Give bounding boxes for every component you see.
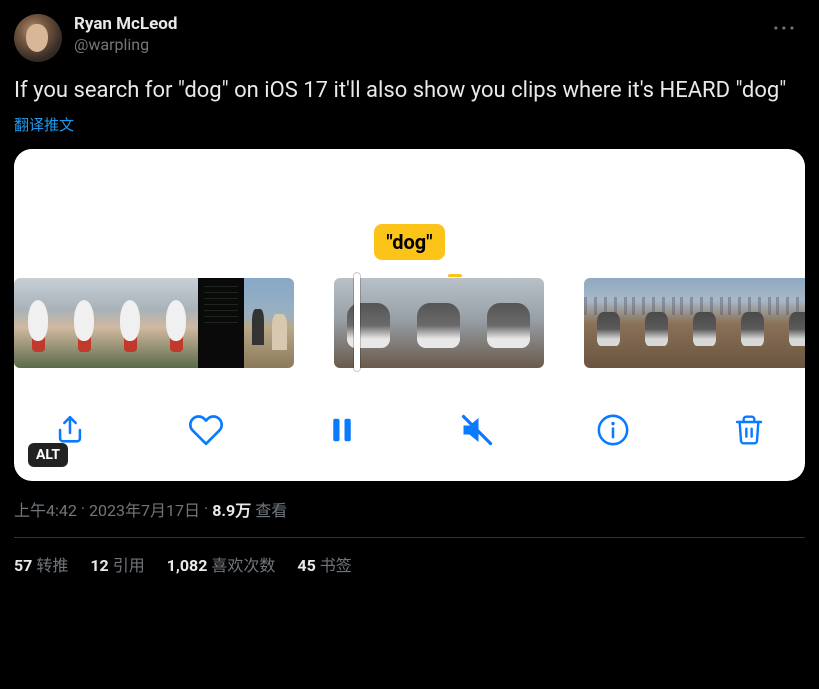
likes-count: 1,082 bbox=[167, 556, 208, 575]
timeline-frame bbox=[728, 278, 776, 368]
timeline-frame bbox=[244, 278, 294, 368]
timeline-frame bbox=[60, 278, 106, 368]
quotes-label: 引用 bbox=[113, 556, 145, 575]
divider bbox=[14, 537, 805, 538]
bookmarks-stat[interactable]: 45 书签 bbox=[297, 552, 351, 576]
quotes-count: 12 bbox=[90, 556, 108, 575]
timeline-frame bbox=[632, 278, 680, 368]
timeline-frame bbox=[106, 278, 152, 368]
pause-button[interactable] bbox=[322, 410, 362, 450]
delete-button[interactable] bbox=[729, 410, 769, 450]
timeline-frame bbox=[334, 278, 404, 368]
media-whitespace bbox=[14, 149, 805, 231]
tweet-text: If you search for "dog" on iOS 17 it'll … bbox=[14, 76, 805, 106]
timeline-frame bbox=[404, 278, 474, 368]
info-icon bbox=[596, 413, 630, 447]
retweets-label: 转推 bbox=[36, 556, 68, 575]
display-name[interactable]: Ryan McLeod bbox=[74, 14, 753, 35]
user-handle[interactable]: @warpling bbox=[74, 35, 753, 56]
tweet-date[interactable]: 2023年7月17日 bbox=[89, 497, 200, 521]
meta-sep: · bbox=[81, 499, 85, 518]
timeline-frame bbox=[680, 278, 728, 368]
retweets-stat[interactable]: 57转推 bbox=[14, 552, 68, 576]
quotes-stat[interactable]: 12 引用 bbox=[90, 552, 144, 576]
pause-icon bbox=[327, 413, 357, 447]
more-button[interactable]: ··· bbox=[765, 14, 805, 42]
tweet-time[interactable]: 上午4:42 bbox=[14, 497, 77, 521]
timeline-frame bbox=[584, 278, 632, 368]
clip-group-3[interactable] bbox=[584, 278, 805, 368]
likes-label: 喜欢次数 bbox=[211, 556, 275, 575]
like-button[interactable] bbox=[186, 410, 226, 450]
more-icon: ··· bbox=[773, 16, 797, 40]
media-card[interactable]: "dog" bbox=[14, 149, 805, 481]
alt-badge[interactable]: ALT bbox=[28, 443, 68, 467]
bookmarks-label: 书签 bbox=[320, 556, 352, 575]
avatar[interactable] bbox=[14, 14, 62, 62]
tweet-header: Ryan McLeod @warpling ··· bbox=[14, 14, 805, 62]
mute-button[interactable] bbox=[457, 410, 497, 450]
clip-group-1[interactable] bbox=[14, 278, 294, 368]
tweet: Ryan McLeod @warpling ··· If you search … bbox=[14, 14, 805, 576]
share-icon bbox=[53, 413, 87, 447]
tweet-stats: 57转推 12 引用 1,082喜欢次数 45 书签 bbox=[14, 552, 805, 576]
video-timeline[interactable] bbox=[14, 277, 805, 369]
caption-tooltip-label: "dog" bbox=[374, 224, 444, 260]
bookmarks-count: 45 bbox=[297, 556, 315, 575]
views-label[interactable]: 查看 bbox=[255, 497, 287, 521]
playhead[interactable] bbox=[354, 273, 360, 371]
likes-stat[interactable]: 1,082喜欢次数 bbox=[167, 552, 276, 576]
mute-icon bbox=[459, 412, 495, 448]
info-button[interactable] bbox=[593, 410, 633, 450]
tweet-meta: 上午4:42 · 2023年7月17日 · 8.9万 查看 bbox=[14, 497, 805, 521]
user-block: Ryan McLeod @warpling bbox=[74, 14, 753, 56]
timeline-frame bbox=[198, 278, 244, 368]
timeline-frame bbox=[14, 278, 60, 368]
timeline-frame bbox=[152, 278, 198, 368]
translate-link[interactable]: 翻译推文 bbox=[14, 114, 74, 135]
caption-tooltip: "dog" bbox=[358, 224, 462, 280]
views-count: 8.9万 bbox=[212, 497, 251, 521]
clip-group-2[interactable] bbox=[334, 278, 544, 368]
trash-icon bbox=[733, 413, 765, 447]
timeline-frame bbox=[776, 278, 805, 368]
retweets-count: 57 bbox=[14, 556, 32, 575]
timeline-frame bbox=[474, 278, 544, 368]
video-controls bbox=[14, 401, 805, 459]
heart-icon bbox=[188, 412, 224, 448]
meta-sep: · bbox=[204, 499, 208, 518]
